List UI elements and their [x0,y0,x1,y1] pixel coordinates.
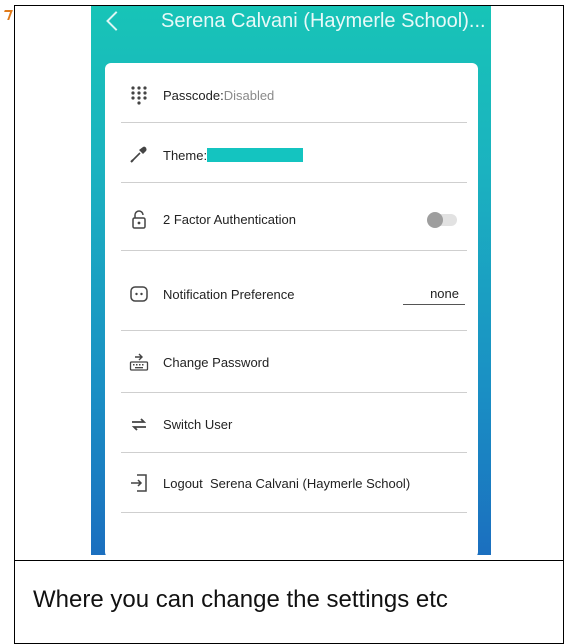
lock-icon [129,209,149,229]
theme-row[interactable]: Theme: [121,123,467,183]
two-factor-toggle[interactable] [427,212,457,228]
screenshot-frame: Serena Calvani (Haymerle School)... Pass… [14,5,564,644]
keyboard-icon [129,352,149,372]
notification-select[interactable]: none [403,283,465,305]
app-bar: Serena Calvani (Haymerle School)... [91,6,491,54]
settings-card: Passcode:Disabled Theme: 2 Factor Authen… [105,63,478,555]
logout-label: Logout Serena Calvani (Haymerle School) [163,476,410,491]
logout-row[interactable]: Logout Serena Calvani (Haymerle School) [121,453,467,513]
switch-user-row[interactable]: Switch User [121,393,467,453]
passcode-label-text: Passcode: [163,88,224,103]
theme-label: Theme: [163,148,304,163]
logout-user: Serena Calvani (Haymerle School) [210,476,411,491]
two-factor-label: 2 Factor Authentication [163,212,296,227]
theme-color-swatch[interactable] [207,148,304,162]
notification-row: Notification Preference none [121,251,467,331]
two-factor-row: 2 Factor Authentication [121,183,467,251]
app-bar-title: Serena Calvani (Haymerle School)... [161,10,486,32]
passcode-status: Disabled [223,88,275,103]
logout-icon [129,473,149,493]
theme-label-text: Theme: [163,148,208,163]
eyedropper-icon [129,144,149,164]
change-password-label: Change Password [163,355,270,370]
chat-icon [129,284,149,304]
switch-user-label: Switch User [163,417,233,432]
phone-screen: Serena Calvani (Haymerle School)... Pass… [91,6,491,555]
swap-icon [129,414,149,434]
corner-mark [1,10,13,20]
back-icon[interactable] [106,11,126,31]
frame-divider [15,560,563,561]
notification-label: Notification Preference [163,287,295,302]
change-password-row[interactable]: Change Password [121,331,467,393]
caption: Where you can change the settings etc [33,586,448,613]
logout-label-text: Logout [163,476,203,491]
passcode-label: Passcode:Disabled [163,88,274,103]
passcode-row[interactable]: Passcode:Disabled [121,63,467,123]
keypad-icon [129,85,149,105]
toggle-knob [427,212,443,228]
